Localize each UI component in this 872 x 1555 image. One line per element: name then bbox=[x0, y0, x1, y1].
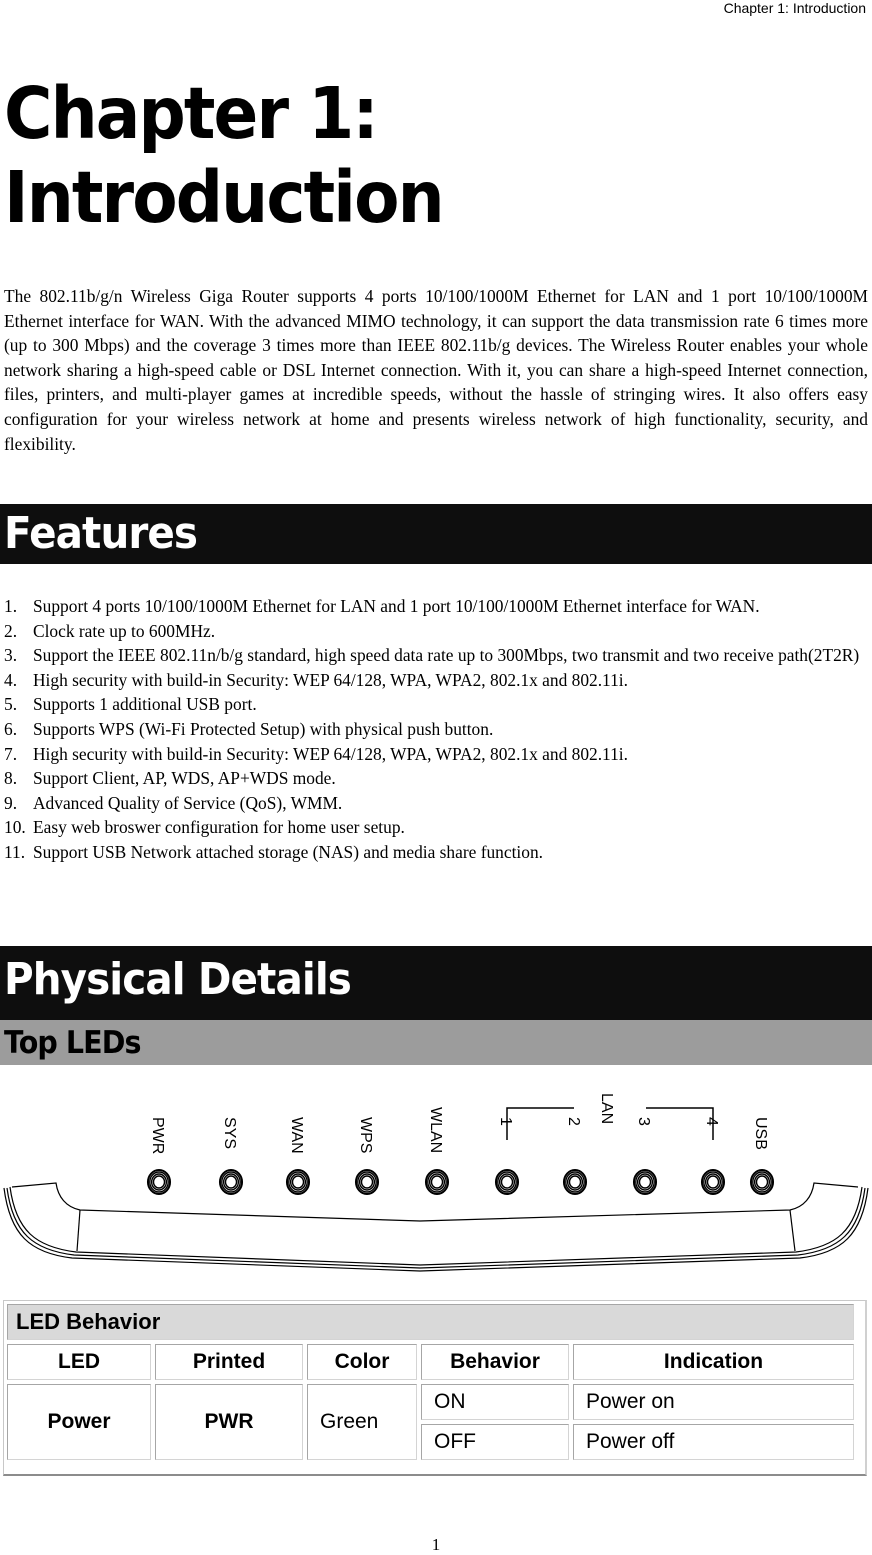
cell-indication: Power on bbox=[573, 1384, 854, 1420]
features-heading-text: Features bbox=[4, 508, 198, 559]
feature-number: 4. bbox=[4, 669, 18, 690]
led-indicator-pwr: PWR bbox=[146, 1117, 172, 1195]
led-label: SYS bbox=[221, 1117, 238, 1149]
chapter-title: Chapter 1: Introduction bbox=[4, 72, 445, 240]
feature-item: 2. Clock rate up to 600MHz. bbox=[0, 619, 872, 644]
feature-number: 7. bbox=[4, 743, 18, 764]
features-heading: Features bbox=[0, 504, 872, 564]
led-label: 2 bbox=[565, 1117, 582, 1126]
router-body-outline bbox=[3, 1182, 869, 1272]
led-indicator-wan: WAN bbox=[285, 1117, 311, 1195]
feature-text: High security with build-in Security: WE… bbox=[33, 743, 628, 764]
feature-number: 3. bbox=[4, 645, 18, 666]
led-label: WAN bbox=[288, 1117, 305, 1154]
header-led: LED bbox=[7, 1344, 151, 1380]
led-behavior-table: LED Behavior LED Printed Color Behavior … bbox=[3, 1300, 858, 1464]
feature-item: 11. Support USB Network attached storage … bbox=[0, 840, 872, 865]
feature-number: 1. bbox=[4, 596, 18, 616]
feature-text: Clock rate up to 600MHz. bbox=[33, 620, 216, 641]
led-indicator-wps: WPS bbox=[354, 1117, 380, 1195]
header-printed: Printed bbox=[155, 1344, 303, 1380]
led-label: 4 bbox=[703, 1117, 720, 1126]
cell-behavior: ON bbox=[421, 1384, 569, 1420]
led-label: PWR bbox=[149, 1117, 166, 1154]
led-indicator-wlan: WLAN bbox=[424, 1107, 450, 1195]
features-list: 1. Support 4 ports 10/100/1000M Ethernet … bbox=[0, 594, 872, 865]
feature-item: 7. High security with build-in Security: … bbox=[0, 742, 872, 767]
feature-text: Support 4 ports 10/100/1000M Ethernet fo… bbox=[33, 596, 760, 616]
led-ring bbox=[224, 1175, 238, 1189]
page-number: 1 bbox=[431, 1535, 441, 1554]
cell-indication: Power off bbox=[573, 1424, 854, 1460]
led-ring bbox=[291, 1175, 305, 1189]
router-top-panel-figure: LAN PWR SYS WAN WPS WLAN 1 2 3 4 USB bbox=[3, 1093, 869, 1272]
feature-number: 11. bbox=[4, 841, 26, 862]
running-header: Chapter 1: Introduction bbox=[723, 0, 866, 16]
feature-text: Support Client, AP, WDS, AP+WDS mode. bbox=[33, 768, 336, 789]
intro-paragraph: The 802.11b/g/n Wireless Giga Router sup… bbox=[4, 286, 868, 454]
cell-color: Green bbox=[307, 1384, 417, 1460]
feature-text: Easy web broswer configuration for home … bbox=[33, 817, 405, 838]
led-indicator-3: 3 bbox=[632, 1117, 658, 1195]
header-color: Color bbox=[307, 1344, 417, 1380]
feature-text: Support USB Network attached storage (NA… bbox=[33, 841, 544, 862]
led-ring bbox=[360, 1175, 374, 1189]
feature-number: 8. bbox=[4, 768, 18, 789]
led-ring bbox=[706, 1175, 720, 1189]
cell-behavior: OFF bbox=[421, 1424, 569, 1460]
physical-details-heading: Physical Details bbox=[0, 946, 872, 1020]
feature-item: 3. Support the IEEE 802.11n/b/g standard,… bbox=[0, 643, 872, 668]
feature-number: 10. bbox=[4, 817, 26, 838]
led-ring bbox=[500, 1175, 514, 1189]
table-caption: LED Behavior bbox=[7, 1304, 854, 1340]
led-indicators: PWR SYS WAN WPS WLAN 1 2 3 4 USB bbox=[146, 1107, 775, 1195]
led-label: WPS bbox=[357, 1117, 374, 1153]
led-indicator-usb: USB bbox=[749, 1117, 775, 1195]
cell-printed: PWR bbox=[155, 1384, 303, 1460]
table-row: Power PWR Green ON Power on bbox=[7, 1384, 854, 1460]
feature-text: High security with build-in Security: WE… bbox=[33, 669, 628, 690]
led-ring bbox=[638, 1175, 652, 1189]
led-behavior-table-frame: LED Behavior LED Printed Color Behavior … bbox=[3, 1300, 867, 1476]
feature-item: 9. Advanced Quality of Service (QoS), WMM… bbox=[0, 791, 872, 816]
led-label: WLAN bbox=[427, 1107, 444, 1153]
led-indicator-sys: SYS bbox=[218, 1117, 244, 1195]
feature-item: 8. Support Client, AP, WDS, AP+WDS mode. bbox=[0, 766, 872, 791]
table-header-row: LED Printed Color Behavior Indication bbox=[7, 1344, 854, 1380]
feature-text: Supports WPS (Wi-Fi Protected Setup) wit… bbox=[33, 718, 494, 739]
feature-item: 6. Supports WPS (Wi-Fi Protected Setup) w… bbox=[0, 717, 872, 742]
top-leds-heading: Top LEDs bbox=[0, 1020, 872, 1065]
feature-text: Supports 1 additional USB port. bbox=[33, 694, 257, 715]
header-behavior: Behavior bbox=[421, 1344, 569, 1380]
chapter-title-line1: Chapter 1: bbox=[4, 72, 379, 155]
physical-details-heading-text: Physical Details bbox=[4, 954, 352, 1005]
chapter-title-line2: Introduction bbox=[4, 156, 445, 239]
feature-text: Support the IEEE 802.11n/b/g standard, h… bbox=[33, 645, 860, 666]
header-indication: Indication bbox=[573, 1344, 854, 1380]
led-ring bbox=[430, 1175, 444, 1189]
cell-led: Power bbox=[7, 1384, 151, 1460]
feature-item: 5. Supports 1 additional USB port. bbox=[0, 692, 872, 717]
led-ring bbox=[568, 1175, 582, 1189]
led-indicator-2: 2 bbox=[562, 1117, 588, 1195]
lan-group-label: LAN bbox=[598, 1093, 615, 1124]
feature-number: 2. bbox=[4, 620, 18, 641]
top-leds-heading-text: Top LEDs bbox=[4, 1025, 141, 1061]
led-label: USB bbox=[752, 1117, 769, 1150]
feature-number: 5. bbox=[4, 694, 18, 715]
feature-number: 9. bbox=[4, 792, 18, 813]
feature-number: 6. bbox=[4, 718, 18, 739]
led-label: 1 bbox=[497, 1117, 514, 1126]
led-ring bbox=[152, 1175, 166, 1189]
feature-item: 10. Easy web broswer configuration for ho… bbox=[0, 815, 872, 840]
feature-text: Advanced Quality of Service (QoS), WMM. bbox=[33, 792, 343, 813]
feature-item: 1. Support 4 ports 10/100/1000M Ethernet … bbox=[0, 594, 872, 619]
led-ring bbox=[755, 1175, 769, 1189]
led-label: 3 bbox=[635, 1117, 652, 1126]
feature-item: 4. High security with build-in Security: … bbox=[0, 668, 872, 693]
